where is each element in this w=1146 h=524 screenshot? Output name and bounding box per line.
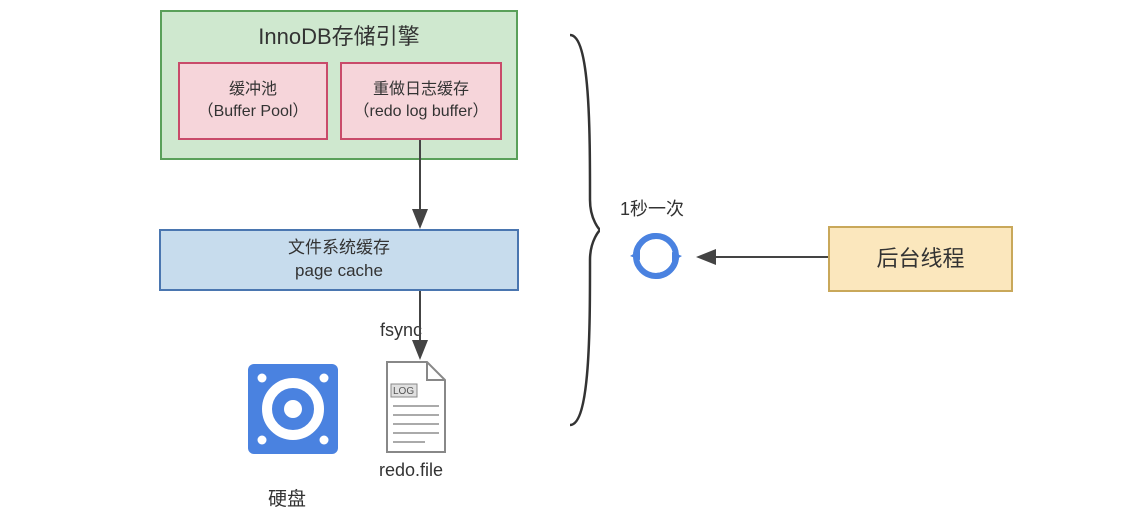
connectors [0, 0, 1146, 524]
diagram-canvas: InnoDB存储引擎 缓冲池 （Buffer Pool） 重做日志缓存 （red… [0, 0, 1146, 524]
